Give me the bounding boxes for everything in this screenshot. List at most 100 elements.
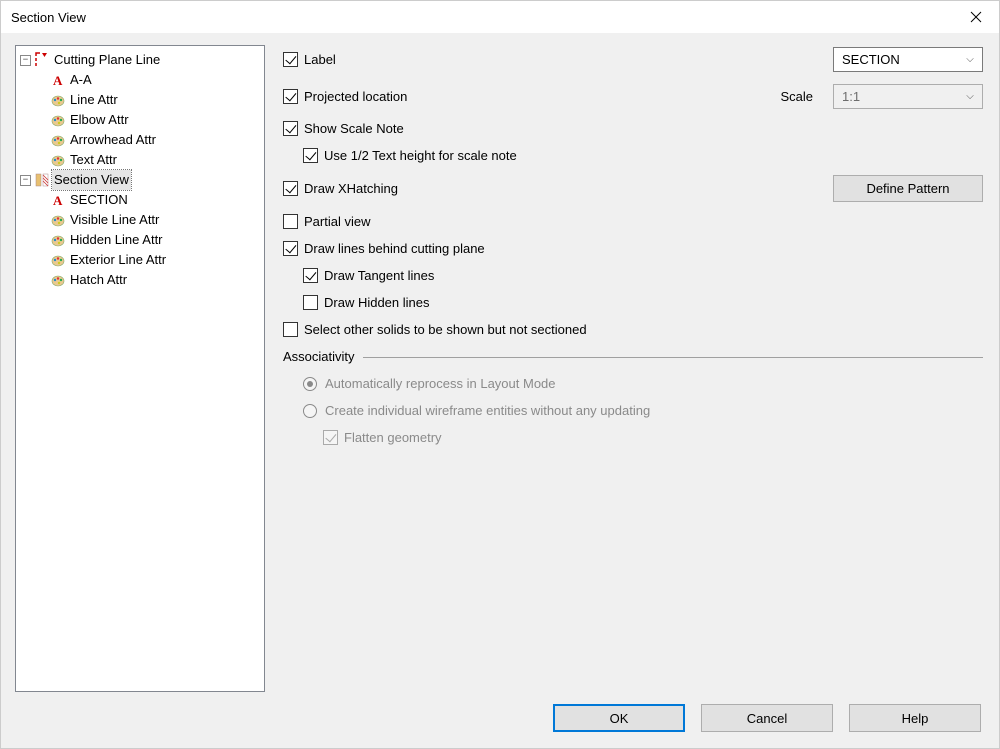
palette-icon bbox=[50, 232, 66, 248]
label-checkbox[interactable]: Label bbox=[283, 52, 336, 67]
tree-label[interactable]: Hidden Line Attr bbox=[68, 230, 165, 250]
tree-label[interactable]: Elbow Attr bbox=[68, 110, 131, 130]
tree-label[interactable]: Section View bbox=[52, 170, 131, 190]
checkbox-icon bbox=[283, 214, 298, 229]
tree: − Cutting Plane Line bbox=[20, 50, 260, 290]
dialog-title: Section View bbox=[11, 10, 953, 25]
tree-node-text-attr[interactable]: Text Attr bbox=[20, 150, 260, 170]
tree-label[interactable]: Text Attr bbox=[68, 150, 119, 170]
tree-node-line-attr[interactable]: Line Attr bbox=[20, 90, 260, 110]
palette-icon bbox=[50, 132, 66, 148]
close-icon bbox=[970, 11, 982, 23]
tree-node-exterior-line-attr[interactable]: Exterior Line Attr bbox=[20, 250, 260, 270]
draw-hidden-lines-checkbox[interactable]: Draw Hidden lines bbox=[303, 295, 430, 310]
draw-lines-behind-checkbox[interactable]: Draw lines behind cutting plane bbox=[283, 241, 485, 256]
close-button[interactable] bbox=[953, 1, 999, 33]
tree-label[interactable]: Visible Line Attr bbox=[68, 210, 161, 230]
tree-node-arrowhead-attr[interactable]: Arrowhead Attr bbox=[20, 130, 260, 150]
tree-label[interactable]: Hatch Attr bbox=[68, 270, 129, 290]
button-label: Define Pattern bbox=[866, 181, 949, 196]
tree-label[interactable]: Arrowhead Attr bbox=[68, 130, 158, 150]
checkbox-label: Partial view bbox=[304, 214, 370, 229]
tree-pane[interactable]: − Cutting Plane Line bbox=[15, 45, 265, 692]
palette-icon bbox=[50, 212, 66, 228]
partial-view-checkbox[interactable]: Partial view bbox=[283, 214, 370, 229]
svg-text:A: A bbox=[53, 193, 63, 208]
chevron-down-icon: ⌵ bbox=[962, 91, 978, 102]
tree-node-hatch-attr[interactable]: Hatch Attr bbox=[20, 270, 260, 290]
use-half-text-height-checkbox[interactable]: Use 1/2 Text height for scale note bbox=[303, 148, 517, 163]
select-other-solids-checkbox[interactable]: Select other solids to be shown but not … bbox=[283, 322, 587, 337]
checkbox-icon bbox=[283, 181, 298, 196]
radio-individual-wireframe: Create individual wireframe entities wit… bbox=[303, 403, 983, 418]
checkbox-icon bbox=[323, 430, 338, 445]
projected-location-checkbox[interactable]: Projected location bbox=[283, 89, 407, 104]
combo-value: SECTION bbox=[842, 52, 962, 67]
cancel-button[interactable]: Cancel bbox=[701, 704, 833, 732]
dialog-buttons: OK Cancel Help bbox=[15, 692, 985, 740]
button-label: OK bbox=[610, 711, 629, 726]
svg-text:A: A bbox=[53, 73, 63, 88]
tree-label[interactable]: SECTION bbox=[68, 190, 130, 210]
section-view-dialog: Section View − bbox=[0, 0, 1000, 749]
tree-node-cutting-plane-line[interactable]: − Cutting Plane Line bbox=[20, 50, 260, 70]
scale-label: Scale bbox=[780, 89, 813, 104]
radio-icon bbox=[303, 377, 317, 391]
radio-auto-reprocess: Automatically reprocess in Layout Mode bbox=[303, 376, 983, 391]
palette-icon bbox=[50, 252, 66, 268]
panes: − Cutting Plane Line bbox=[15, 45, 985, 692]
checkbox-icon bbox=[303, 295, 318, 310]
checkbox-label: Draw lines behind cutting plane bbox=[304, 241, 485, 256]
cutting-plane-icon bbox=[34, 52, 50, 68]
tree-collapse-icon[interactable]: − bbox=[20, 55, 31, 66]
checkbox-label: Flatten geometry bbox=[344, 430, 442, 445]
button-label: Help bbox=[902, 711, 929, 726]
tree-node-section[interactable]: A SECTION bbox=[20, 190, 260, 210]
checkbox-label: Use 1/2 Text height for scale note bbox=[324, 148, 517, 163]
text-a-icon: A bbox=[50, 192, 66, 208]
checkbox-icon bbox=[303, 268, 318, 283]
tree-node-hidden-line-attr[interactable]: Hidden Line Attr bbox=[20, 230, 260, 250]
dialog-body: − Cutting Plane Line bbox=[1, 33, 999, 748]
titlebar: Section View bbox=[1, 1, 999, 33]
associativity-group: Associativity Automatically reprocess in… bbox=[283, 349, 983, 445]
ok-button[interactable]: OK bbox=[553, 704, 685, 732]
section-view-icon bbox=[34, 172, 50, 188]
checkbox-label: Draw XHatching bbox=[304, 181, 398, 196]
tree-node-section-view[interactable]: − Section View bbox=[20, 170, 260, 190]
groupbox-title: Associativity bbox=[283, 349, 355, 364]
tree-collapse-icon[interactable]: − bbox=[20, 175, 31, 186]
palette-icon bbox=[50, 272, 66, 288]
button-label: Cancel bbox=[747, 711, 787, 726]
checkbox-icon bbox=[283, 322, 298, 337]
tree-node-elbow-attr[interactable]: Elbow Attr bbox=[20, 110, 260, 130]
scale-combo: 1:1 ⌵ bbox=[833, 84, 983, 109]
tree-node-a-a[interactable]: A A-A bbox=[20, 70, 260, 90]
show-scale-note-checkbox[interactable]: Show Scale Note bbox=[283, 121, 404, 136]
draw-xhatching-checkbox[interactable]: Draw XHatching bbox=[283, 181, 398, 196]
tree-label[interactable]: Exterior Line Attr bbox=[68, 250, 168, 270]
define-pattern-button[interactable]: Define Pattern bbox=[833, 175, 983, 202]
help-button[interactable]: Help bbox=[849, 704, 981, 732]
radio-label: Create individual wireframe entities wit… bbox=[325, 403, 650, 418]
checkbox-label: Draw Tangent lines bbox=[324, 268, 434, 283]
draw-tangent-lines-checkbox[interactable]: Draw Tangent lines bbox=[303, 268, 434, 283]
checkbox-icon bbox=[283, 121, 298, 136]
checkbox-icon bbox=[283, 89, 298, 104]
palette-icon bbox=[50, 152, 66, 168]
form-pane: Label SECTION ⌵ Projected lo bbox=[277, 45, 985, 692]
combo-value: 1:1 bbox=[842, 89, 962, 104]
checkbox-label: Label bbox=[304, 52, 336, 67]
palette-icon bbox=[50, 112, 66, 128]
checkbox-icon bbox=[283, 52, 298, 67]
tree-label[interactable]: Cutting Plane Line bbox=[52, 50, 162, 70]
tree-label[interactable]: Line Attr bbox=[68, 90, 120, 110]
tree-node-visible-line-attr[interactable]: Visible Line Attr bbox=[20, 210, 260, 230]
radio-icon bbox=[303, 404, 317, 418]
checkbox-icon bbox=[283, 241, 298, 256]
radio-label: Automatically reprocess in Layout Mode bbox=[325, 376, 556, 391]
divider bbox=[363, 357, 983, 358]
tree-label[interactable]: A-A bbox=[68, 70, 94, 90]
chevron-down-icon: ⌵ bbox=[962, 54, 978, 65]
label-combo[interactable]: SECTION ⌵ bbox=[833, 47, 983, 72]
